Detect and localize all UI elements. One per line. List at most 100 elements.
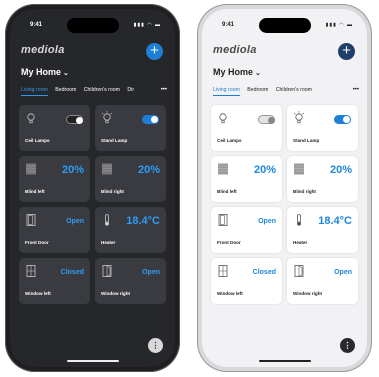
lamp-on-icon [293, 111, 305, 124]
add-button[interactable]: + [338, 43, 355, 60]
home-selector[interactable]: My Home ⌄ [213, 67, 261, 77]
window-open-icon [102, 265, 112, 277]
blind-icon [102, 163, 112, 175]
device-name: Window right [293, 291, 323, 296]
lamp-on-icon [101, 111, 113, 124]
blind-icon [26, 163, 36, 175]
device-value: 20% [329, 164, 352, 176]
device-card-ceil-lamps[interactable]: Ceil Lamps [19, 105, 90, 151]
add-button[interactable]: + [146, 43, 163, 60]
window-icon [26, 265, 36, 277]
tab-dir[interactable]: Dir [127, 87, 134, 95]
device-value: 18.4°C [126, 215, 160, 227]
more-options-button[interactable]: ⋮ [148, 338, 163, 353]
device-card-front-door[interactable]: Open Front Door [211, 207, 282, 253]
device-name: Blind right [101, 189, 124, 194]
blind-icon [218, 163, 228, 175]
device-value: Open [258, 218, 276, 225]
device-value: 18.4°C [318, 215, 352, 227]
more-tabs-icon[interactable]: ••• [161, 87, 167, 93]
device-name: Blind right [293, 189, 316, 194]
device-value: Open [142, 269, 160, 276]
toggle-switch[interactable] [66, 115, 83, 124]
thermometer-icon [105, 214, 109, 226]
phone-dark-mode: 9:41 ▮▮▮ ◠ ▬ mediola + My Home ⌄ Living r… [5, 4, 180, 372]
lamp-icon [27, 113, 35, 124]
device-name: Front Door [217, 240, 241, 245]
app-logo: mediola [213, 44, 257, 56]
more-tabs-icon[interactable]: ••• [353, 87, 359, 93]
device-name: Blind left [25, 189, 45, 194]
device-card-window-right[interactable]: Open Window right [95, 258, 166, 304]
tab-living-room[interactable]: Living room [21, 87, 48, 96]
device-name: Window left [217, 291, 243, 296]
device-value: Closed [60, 269, 84, 276]
device-card-blind-left[interactable]: 20% Blind left [19, 156, 90, 202]
home-indicator [258, 360, 311, 362]
device-value: 20% [61, 164, 84, 176]
device-card-window-right[interactable]: Open Window right [287, 258, 358, 304]
device-name: Heater [101, 240, 116, 245]
room-tabs: Living room Bedroom Children's room Dir [21, 87, 167, 99]
tab-childrens-room[interactable]: Children's room [84, 87, 120, 95]
device-grid: Ceil Lamps Stand Lamp 20% Blind left 20%… [19, 105, 166, 304]
home-title: My Home [21, 67, 62, 77]
device-card-front-door[interactable]: Open Front Door [19, 207, 90, 253]
phone-light-mode: 9:41 ▮▮▮ ◠ ▬ mediola + My Home ⌄ Living r… [197, 4, 372, 372]
device-card-blind-left[interactable]: 20% Blind left [211, 156, 282, 202]
device-name: Stand Lamp [101, 138, 128, 143]
device-card-window-left[interactable]: Closed Window left [211, 258, 282, 304]
device-name: Heater [293, 240, 308, 245]
toggle-switch[interactable] [258, 115, 275, 124]
thermometer-icon [297, 214, 301, 226]
chevron-down-icon: ⌄ [63, 70, 69, 77]
tab-bedroom[interactable]: Bedroom [55, 87, 76, 95]
device-card-blind-right[interactable]: 20% Blind right [287, 156, 358, 202]
window-icon [218, 265, 228, 277]
home-indicator [66, 360, 119, 362]
toggle-switch[interactable] [334, 115, 351, 124]
app-screen-dark: 9:41 ▮▮▮ ◠ ▬ mediola + My Home ⌄ Living r… [10, 9, 175, 367]
home-title: My Home [213, 67, 254, 77]
device-card-ceil-lamps[interactable]: Ceil Lamps [211, 105, 282, 151]
tab-living-room[interactable]: Living room [213, 87, 240, 96]
device-card-heater[interactable]: 18.4°C Heater [287, 207, 358, 253]
device-name: Window right [101, 291, 131, 296]
dynamic-island [258, 18, 311, 33]
device-grid: Ceil Lamps Stand Lamp 20% Blind left 20%… [211, 105, 358, 304]
device-value: 20% [253, 164, 276, 176]
device-card-heater[interactable]: 18.4°C Heater [95, 207, 166, 253]
device-card-blind-right[interactable]: 20% Blind right [95, 156, 166, 202]
device-name: Stand Lamp [293, 138, 320, 143]
device-name: Ceil Lamps [25, 138, 50, 143]
chevron-down-icon: ⌄ [255, 70, 261, 77]
device-name: Ceil Lamps [217, 138, 242, 143]
window-open-icon [294, 265, 304, 277]
more-options-button[interactable]: ⋮ [340, 338, 355, 353]
tab-bedroom[interactable]: Bedroom [247, 87, 268, 95]
device-card-window-left[interactable]: Closed Window left [19, 258, 90, 304]
status-icons: ▮▮▮ ◠ ▬ [133, 22, 161, 28]
device-name: Window left [25, 291, 51, 296]
device-value: Open [66, 218, 84, 225]
device-card-stand-lamp[interactable]: Stand Lamp [287, 105, 358, 151]
status-time: 9:41 [222, 22, 235, 28]
device-card-stand-lamp[interactable]: Stand Lamp [95, 105, 166, 151]
device-value: Open [334, 269, 352, 276]
door-icon [218, 214, 228, 226]
door-icon [26, 214, 36, 226]
device-name: Blind left [217, 189, 237, 194]
home-selector[interactable]: My Home ⌄ [21, 67, 69, 77]
lamp-icon [219, 113, 227, 124]
status-time: 9:41 [30, 22, 43, 28]
blind-icon [294, 163, 304, 175]
room-tabs: Living room Bedroom Children's room [213, 87, 359, 99]
app-screen-light: 9:41 ▮▮▮ ◠ ▬ mediola + My Home ⌄ Living r… [202, 9, 367, 367]
device-value: Closed [252, 269, 276, 276]
status-icons: ▮▮▮ ◠ ▬ [325, 22, 353, 28]
toggle-switch[interactable] [142, 115, 159, 124]
tab-childrens-room[interactable]: Children's room [276, 87, 312, 95]
app-logo: mediola [21, 44, 65, 56]
device-value: 20% [137, 164, 160, 176]
dynamic-island [66, 18, 119, 33]
